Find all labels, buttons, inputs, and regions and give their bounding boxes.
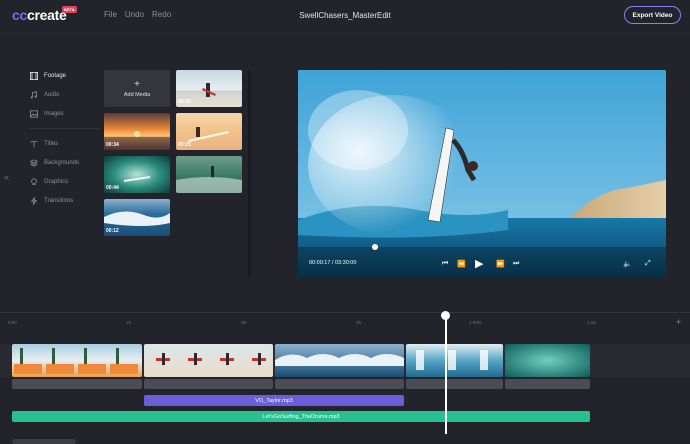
thumb-duration: 00:15 — [178, 99, 191, 105]
media-thumb-green-surfer[interactable] — [176, 156, 242, 193]
sidebar-item-label: Backgrounds — [44, 159, 80, 166]
ruler-tick: 0:00 — [8, 320, 17, 325]
project-title: SwellChasers_MasterEdit — [299, 11, 391, 20]
timeline-scrollbar[interactable] — [12, 439, 76, 444]
sidebar-item-footage[interactable]: Footage — [30, 66, 102, 85]
clip-audio-waveform[interactable] — [144, 379, 273, 389]
rewind-icon[interactable]: ⏪ — [457, 260, 466, 268]
ruler-tick: 15 — [126, 320, 132, 325]
export-video-button[interactable]: Export Video — [624, 6, 681, 24]
voiceover-clip-label: VO_Taylor.mp3 — [255, 397, 293, 404]
voiceover-clip[interactable]: VO_Taylor.mp3 — [144, 395, 404, 406]
sidebar-item-images[interactable]: Images — [30, 104, 102, 123]
bolt-icon — [30, 196, 38, 205]
sidebar-item-label: Titles — [44, 140, 59, 147]
layers-icon — [30, 158, 38, 167]
image-icon — [30, 109, 38, 118]
video-clip-green-surfer[interactable] — [406, 344, 503, 377]
music-clip[interactable]: Let'sGoSurfing_TheDrums.mp3 — [12, 411, 590, 422]
video-clip-beach-walk[interactable] — [12, 344, 142, 377]
thumb-duration: 00:34 — [106, 142, 119, 148]
sidebar-item-label: Transitions — [44, 197, 74, 204]
sidebar-item-transitions[interactable]: Transitions — [30, 191, 102, 210]
media-thumb-beach-walk[interactable]: 00:15 — [176, 70, 242, 107]
fast-forward-icon[interactable]: ⏩ — [496, 260, 505, 268]
timeline-ruler[interactable]: 0:00 15 30 45 1 MIN 1:15 + — [0, 312, 690, 330]
media-thumb-tube-ride[interactable]: 00:44 — [104, 156, 170, 193]
media-scrollbar[interactable] — [248, 70, 251, 277]
video-clip-wave-break[interactable] — [275, 344, 404, 377]
pin-icon — [31, 177, 37, 185]
media-thumb-wave-break[interactable]: 00:12 — [104, 199, 170, 236]
sidebar-item-label: Footage — [44, 72, 67, 79]
volume-icon[interactable]: 🔈 — [623, 260, 632, 268]
sidebar-item-label: Graphics — [44, 178, 69, 185]
music-clip-label: Let'sGoSurfing_TheDrums.mp3 — [262, 413, 340, 420]
play-icon[interactable]: ▶ — [475, 257, 483, 270]
fullscreen-icon[interactable]: ⤢ — [645, 260, 651, 268]
music-note-icon — [30, 90, 37, 98]
sidebar-divider — [30, 128, 100, 129]
add-media-label: Add Media — [123, 91, 151, 98]
sidebar-item-label: Images — [44, 110, 64, 117]
skip-forward-icon[interactable]: ⏭ — [513, 260, 519, 268]
preview-time-readout: 00:00:17 / 03:30:00 — [309, 260, 357, 266]
video-clip-tube-ride[interactable] — [505, 344, 590, 377]
sidebar-item-graphics[interactable]: Graphics — [30, 172, 102, 191]
sidebar: Footage Audio Images Titles Backgrounds … — [30, 66, 102, 210]
playhead-line[interactable] — [445, 316, 447, 434]
thumb-duration: 00:23 — [178, 142, 191, 148]
clip-audio-waveform[interactable] — [406, 379, 503, 389]
sidebar-item-label: Audio — [44, 91, 60, 98]
timeline: 0:00 15 30 45 1 MIN 1:15 + — [0, 312, 690, 444]
media-thumb-sand-board[interactable]: 00:23 — [176, 113, 242, 150]
text-icon — [30, 140, 38, 147]
clip-audio-waveform[interactable] — [275, 379, 404, 389]
preview-scrub-handle[interactable] — [372, 244, 378, 250]
skip-back-icon[interactable]: ⏮ — [442, 260, 448, 268]
ruler-tick: 1:15 — [587, 320, 596, 325]
film-icon — [30, 71, 38, 80]
ruler-tick: 30 — [241, 320, 247, 325]
top-bar: cccreate BETA File Undo Redo SwellChaser… — [0, 0, 690, 34]
sidebar-item-audio[interactable]: Audio — [30, 85, 102, 104]
preview-frame — [298, 70, 666, 277]
zoom-in-icon[interactable]: + — [676, 317, 681, 327]
add-media-button[interactable]: + Add Media — [104, 70, 170, 107]
sidebar-item-backgrounds[interactable]: Backgrounds — [30, 153, 102, 172]
video-clip-beach-walk-2[interactable] — [144, 344, 273, 377]
media-thumb-sunset[interactable]: 00:34 — [104, 113, 170, 150]
thumb-duration: 00:12 — [106, 228, 119, 234]
video-preview[interactable]: 00:00:17 / 03:30:00 ⏮ ⏪ ▶ ⏩ ⏭ 🔈 ⤢ — [298, 70, 666, 277]
thumb-duration: 00:44 — [106, 185, 119, 191]
clip-audio-waveform[interactable] — [12, 379, 142, 389]
plus-icon: + — [134, 78, 140, 90]
collapse-sidebar-icon[interactable]: « — [4, 172, 9, 182]
clip-audio-waveform[interactable] — [505, 379, 590, 389]
sidebar-item-titles[interactable]: Titles — [30, 134, 102, 153]
ruler-tick: 1 MIN — [469, 320, 482, 325]
ruler-tick: 45 — [356, 320, 362, 325]
playhead-handle[interactable] — [441, 311, 450, 320]
